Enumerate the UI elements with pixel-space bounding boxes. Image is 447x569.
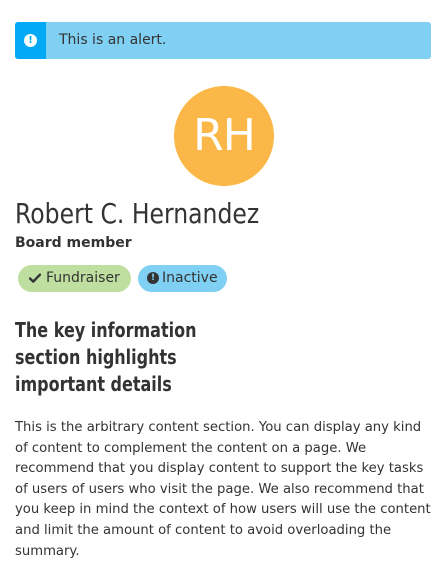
- key-information-line: The key information: [15, 318, 197, 342]
- avatar: RH: [174, 86, 274, 186]
- alert-accent-bar: !: [15, 22, 46, 59]
- content-section-text: This is the arbitrary content section. Y…: [15, 420, 431, 559]
- alert-text: This is an alert.: [59, 32, 167, 48]
- check-icon: [29, 272, 41, 283]
- key-information-line: section highlights: [15, 345, 177, 369]
- key-information-heading: The key information section highlights i…: [15, 317, 199, 398]
- profile-role: Board member: [15, 235, 132, 251]
- badge-fundraiser: Fundraiser: [18, 265, 131, 292]
- badge-inactive: ! Inactive: [138, 265, 227, 292]
- badge-label: Fundraiser: [46, 270, 120, 286]
- exclamation-circle-icon: !: [24, 34, 37, 47]
- alert-banner: ! This is an alert.: [15, 22, 431, 59]
- exclamation-circle-icon: !: [147, 271, 159, 284]
- profile-name: Robert C. Hernandez: [15, 197, 260, 230]
- key-information-line: important details: [15, 372, 172, 396]
- badge-label: Inactive: [162, 270, 218, 286]
